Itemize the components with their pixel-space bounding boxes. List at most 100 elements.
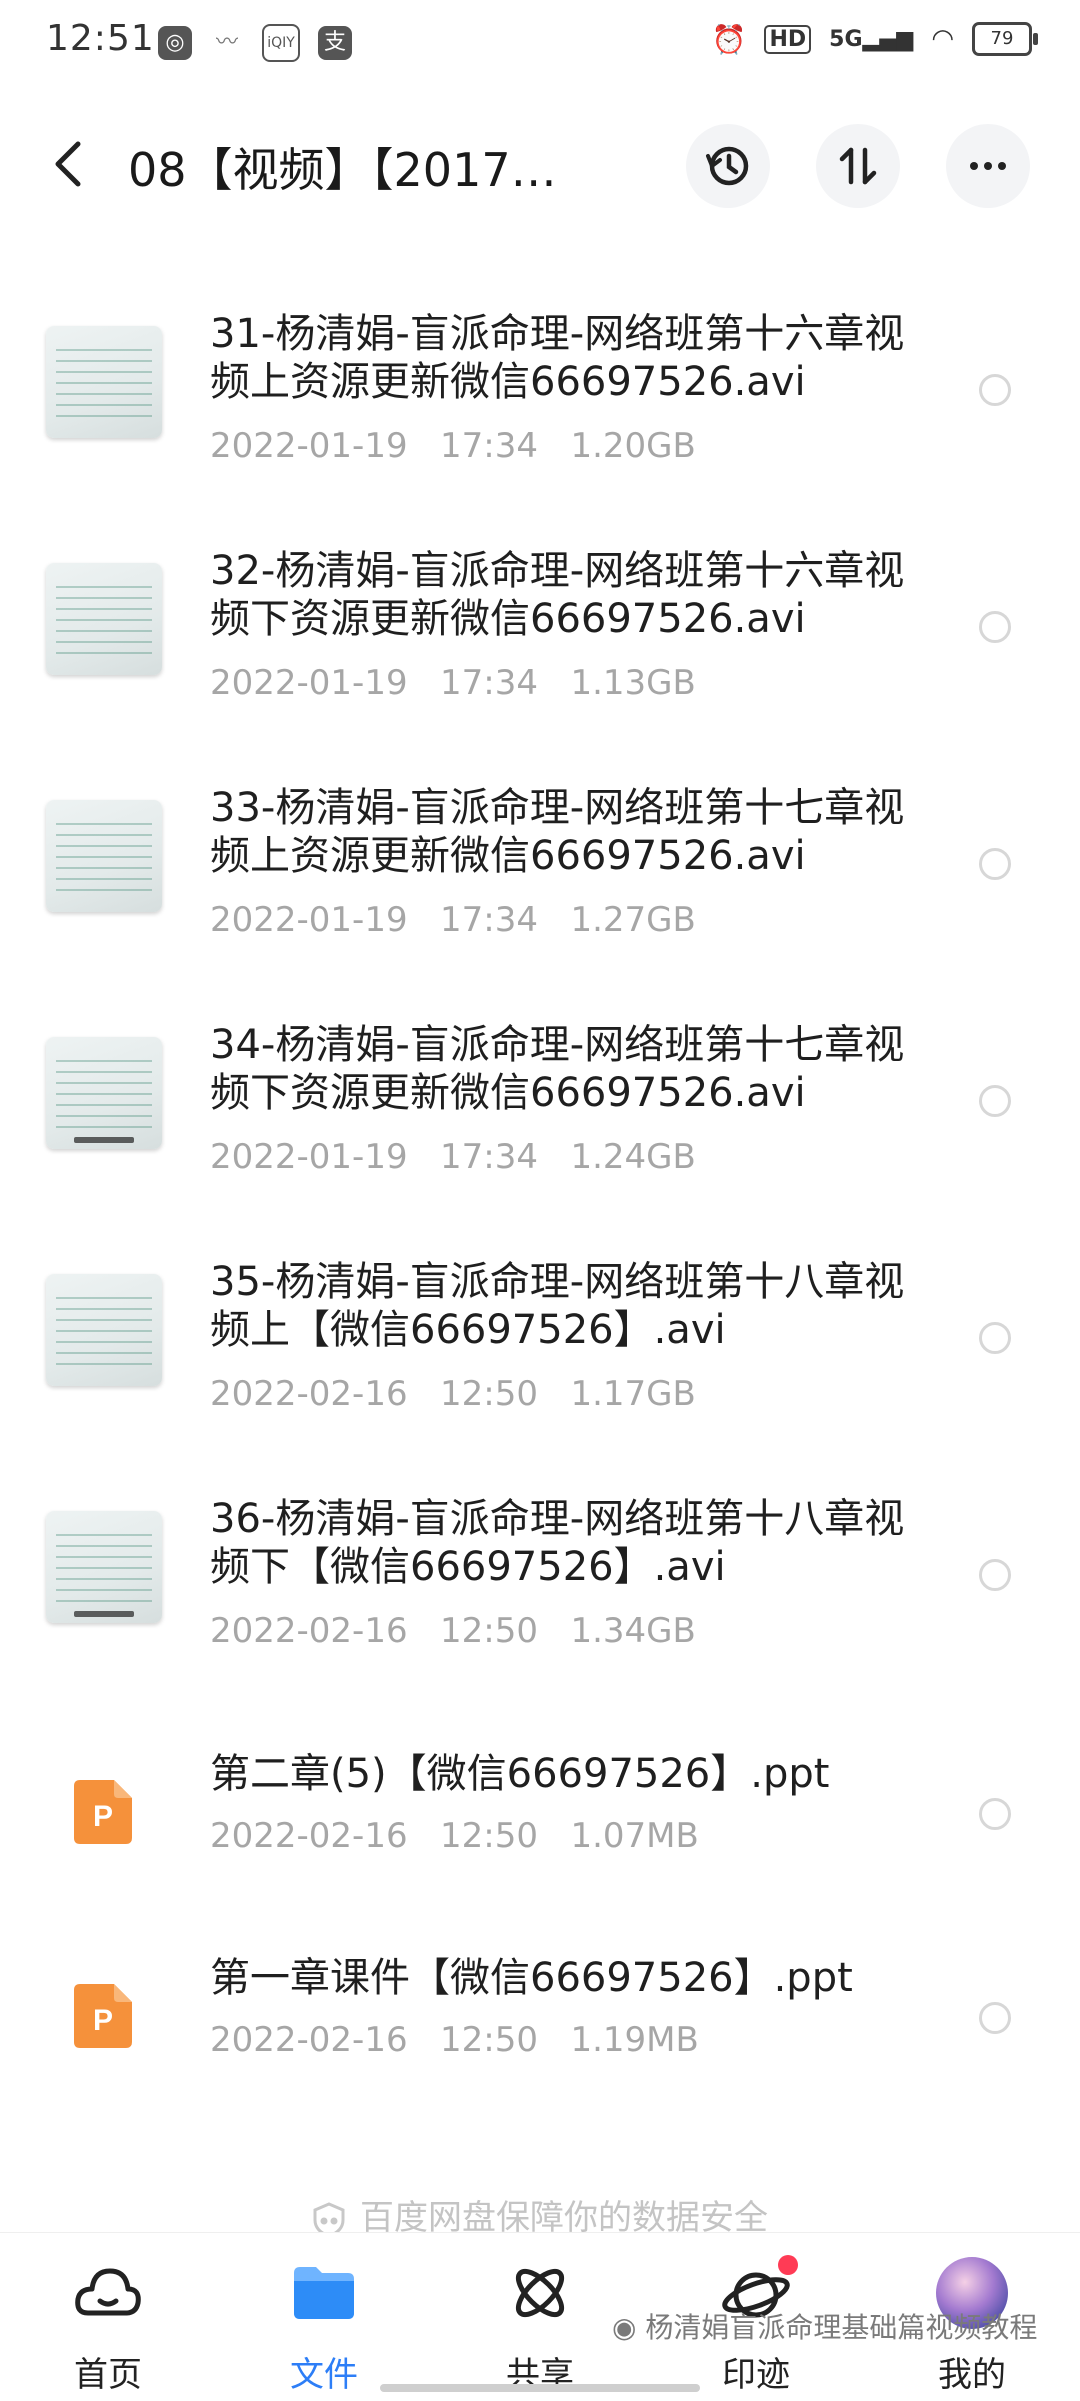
- share-atom-icon: [504, 2257, 576, 2329]
- file-size: 1.27GB: [570, 900, 696, 940]
- tab-home[interactable]: 首页: [28, 2257, 188, 2396]
- file-time: 12:50: [440, 1611, 539, 1651]
- file-row[interactable]: P 第二章(5)【微信66697526】.ppt 2022-02-16 12:5…: [0, 1730, 1080, 1900]
- select-checkbox[interactable]: [979, 374, 1011, 406]
- video-thumbnail: [46, 1037, 162, 1149]
- file-name: 32-杨清娟-盲派命理-网络班第十六章视频下资源更新微信66697526.avi: [210, 548, 905, 642]
- back-button[interactable]: [46, 138, 94, 190]
- iqiyi-icon: iQIY: [262, 24, 300, 62]
- file-meta: 2022-01-19 17:34 1.27GB: [210, 900, 696, 940]
- file-time: 12:50: [440, 2020, 539, 2060]
- video-thumbnail: [46, 326, 162, 438]
- tab-files[interactable]: 文件: [244, 2257, 404, 2396]
- watermark: ◉ 杨清娟盲派命理基础篇视频教程: [612, 2311, 1038, 2344]
- select-checkbox[interactable]: [979, 848, 1011, 880]
- watermark-text: 杨清娟盲派命理基础篇视频教程: [645, 2311, 1038, 2344]
- select-checkbox[interactable]: [979, 1798, 1011, 1830]
- file-meta: 2022-01-19 17:34 1.24GB: [210, 1137, 696, 1177]
- file-size: 1.07MB: [570, 1816, 699, 1856]
- wifi-icon: ◠: [931, 24, 954, 54]
- file-date: 2022-02-16: [210, 1374, 408, 1414]
- alarm-icon: ⏰: [711, 22, 747, 56]
- file-name: 36-杨清娟-盲派命理-网络班第十八章视频下【微信66697526】.avi: [210, 1496, 905, 1590]
- battery-icon: 79: [972, 22, 1038, 56]
- file-meta: 2022-02-16 12:50 1.19MB: [210, 2020, 699, 2060]
- folder-icon: [288, 2257, 360, 2329]
- more-button[interactable]: [946, 124, 1030, 208]
- app-icon: ◎: [158, 26, 192, 60]
- file-row[interactable]: 34-杨清娟-盲派命理-网络班第十七章视频下资源更新微信66697526.avi…: [0, 1001, 1080, 1211]
- video-thumbnail: [46, 1274, 162, 1386]
- file-meta: 2022-02-16 12:50 1.17GB: [210, 1374, 696, 1414]
- status-time: 12:51: [46, 18, 155, 59]
- more-icon: [970, 162, 1006, 170]
- file-row[interactable]: 32-杨清娟-盲派命理-网络班第十六章视频下资源更新微信66697526.avi…: [0, 527, 1080, 737]
- video-thumbnail: [46, 1511, 162, 1623]
- tab-label: 首页: [74, 2355, 142, 2395]
- sort-button[interactable]: [816, 124, 900, 208]
- tab-share[interactable]: 共享: [460, 2257, 620, 2396]
- file-time: 17:34: [440, 900, 539, 940]
- file-meta: 2022-01-19 17:34 1.13GB: [210, 663, 696, 703]
- file-row[interactable]: 36-杨清娟-盲派命理-网络班第十八章视频下【微信66697526】.avi 2…: [0, 1475, 1080, 1685]
- home-indicator[interactable]: [380, 2384, 700, 2392]
- file-row[interactable]: 31-杨清娟-盲派命理-网络班第十六章视频上资源更新微信66697526.avi…: [0, 290, 1080, 500]
- status-bar: 12:51 ◎ 〰 iQIY 支 ⏰ HD 5G▂▄▆ ◠ 79: [0, 0, 1080, 84]
- select-checkbox[interactable]: [979, 1322, 1011, 1354]
- file-time: 12:50: [440, 1816, 539, 1856]
- notification-icons: ◎ 〰 iQIY 支: [158, 24, 352, 62]
- file-name: 34-杨清娟-盲派命理-网络班第十七章视频下资源更新微信66697526.avi: [210, 1022, 905, 1116]
- tab-label: 我的: [938, 2355, 1006, 2395]
- select-checkbox[interactable]: [979, 1559, 1011, 1591]
- signal-icon: 5G▂▄▆: [829, 26, 914, 52]
- file-time: 17:34: [440, 426, 539, 466]
- file-time: 17:34: [440, 663, 539, 703]
- file-size: 1.17GB: [570, 1374, 696, 1414]
- file-time: 12:50: [440, 1374, 539, 1414]
- chevron-left-icon: [55, 141, 81, 187]
- video-thumbnail: [46, 800, 162, 912]
- file-meta: 2022-02-16 12:50 1.34GB: [210, 1611, 696, 1651]
- file-row[interactable]: 35-杨清娟-盲派命理-网络班第十八章视频上【微信66697526】.avi 2…: [0, 1238, 1080, 1448]
- file-size: 1.34GB: [570, 1611, 696, 1651]
- home-cloud-icon: [72, 2257, 144, 2329]
- file-date: 2022-01-19: [210, 1137, 408, 1177]
- file-size: 1.13GB: [570, 663, 696, 703]
- select-checkbox[interactable]: [979, 2002, 1011, 2034]
- file-date: 2022-01-19: [210, 900, 408, 940]
- file-name: 31-杨清娟-盲派命理-网络班第十六章视频上资源更新微信66697526.avi: [210, 311, 905, 405]
- wave-icon: 〰: [215, 30, 238, 55]
- file-size: 1.19MB: [570, 2020, 699, 2060]
- select-checkbox[interactable]: [979, 611, 1011, 643]
- file-meta: 2022-01-19 17:34 1.20GB: [210, 426, 696, 466]
- file-row[interactable]: P 第一章课件【微信66697526】.ppt 2022-02-16 12:50…: [0, 1934, 1080, 2104]
- page-title: 08【视频】【2017…: [128, 143, 557, 197]
- file-date: 2022-01-19: [210, 426, 408, 466]
- ppt-file-icon: P: [74, 1780, 132, 1844]
- video-thumbnail: [46, 563, 162, 675]
- file-meta: 2022-02-16 12:50 1.07MB: [210, 1816, 699, 1856]
- alipay-icon: 支: [318, 26, 352, 60]
- file-date: 2022-02-16: [210, 1816, 408, 1856]
- file-name: 第一章课件【微信66697526】.ppt: [210, 1955, 853, 2001]
- ppt-file-icon: P: [74, 1984, 132, 2048]
- file-date: 2022-02-16: [210, 2020, 408, 2060]
- select-checkbox[interactable]: [979, 1085, 1011, 1117]
- svg-text:P: P: [93, 1800, 113, 1833]
- svg-text:P: P: [93, 2004, 113, 2037]
- file-date: 2022-01-19: [210, 663, 408, 703]
- file-name: 第二章(5)【微信66697526】.ppt: [210, 1751, 830, 1797]
- file-size: 1.24GB: [570, 1137, 696, 1177]
- file-name: 33-杨清娟-盲派命理-网络班第十七章视频上资源更新微信66697526.avi: [210, 785, 905, 879]
- sort-icon: [839, 147, 877, 185]
- hd-icon: HD: [764, 24, 812, 54]
- file-name: 35-杨清娟-盲派命理-网络班第十八章视频上【微信66697526】.avi: [210, 1259, 905, 1353]
- file-size: 1.20GB: [570, 426, 696, 466]
- file-date: 2022-02-16: [210, 1611, 408, 1651]
- file-time: 17:34: [440, 1137, 539, 1177]
- notification-dot: [778, 2255, 798, 2275]
- file-row[interactable]: 33-杨清娟-盲派命理-网络班第十七章视频上资源更新微信66697526.avi…: [0, 764, 1080, 974]
- history-button[interactable]: [686, 124, 770, 208]
- history-icon: [706, 146, 749, 186]
- network-label: 5G: [829, 26, 863, 52]
